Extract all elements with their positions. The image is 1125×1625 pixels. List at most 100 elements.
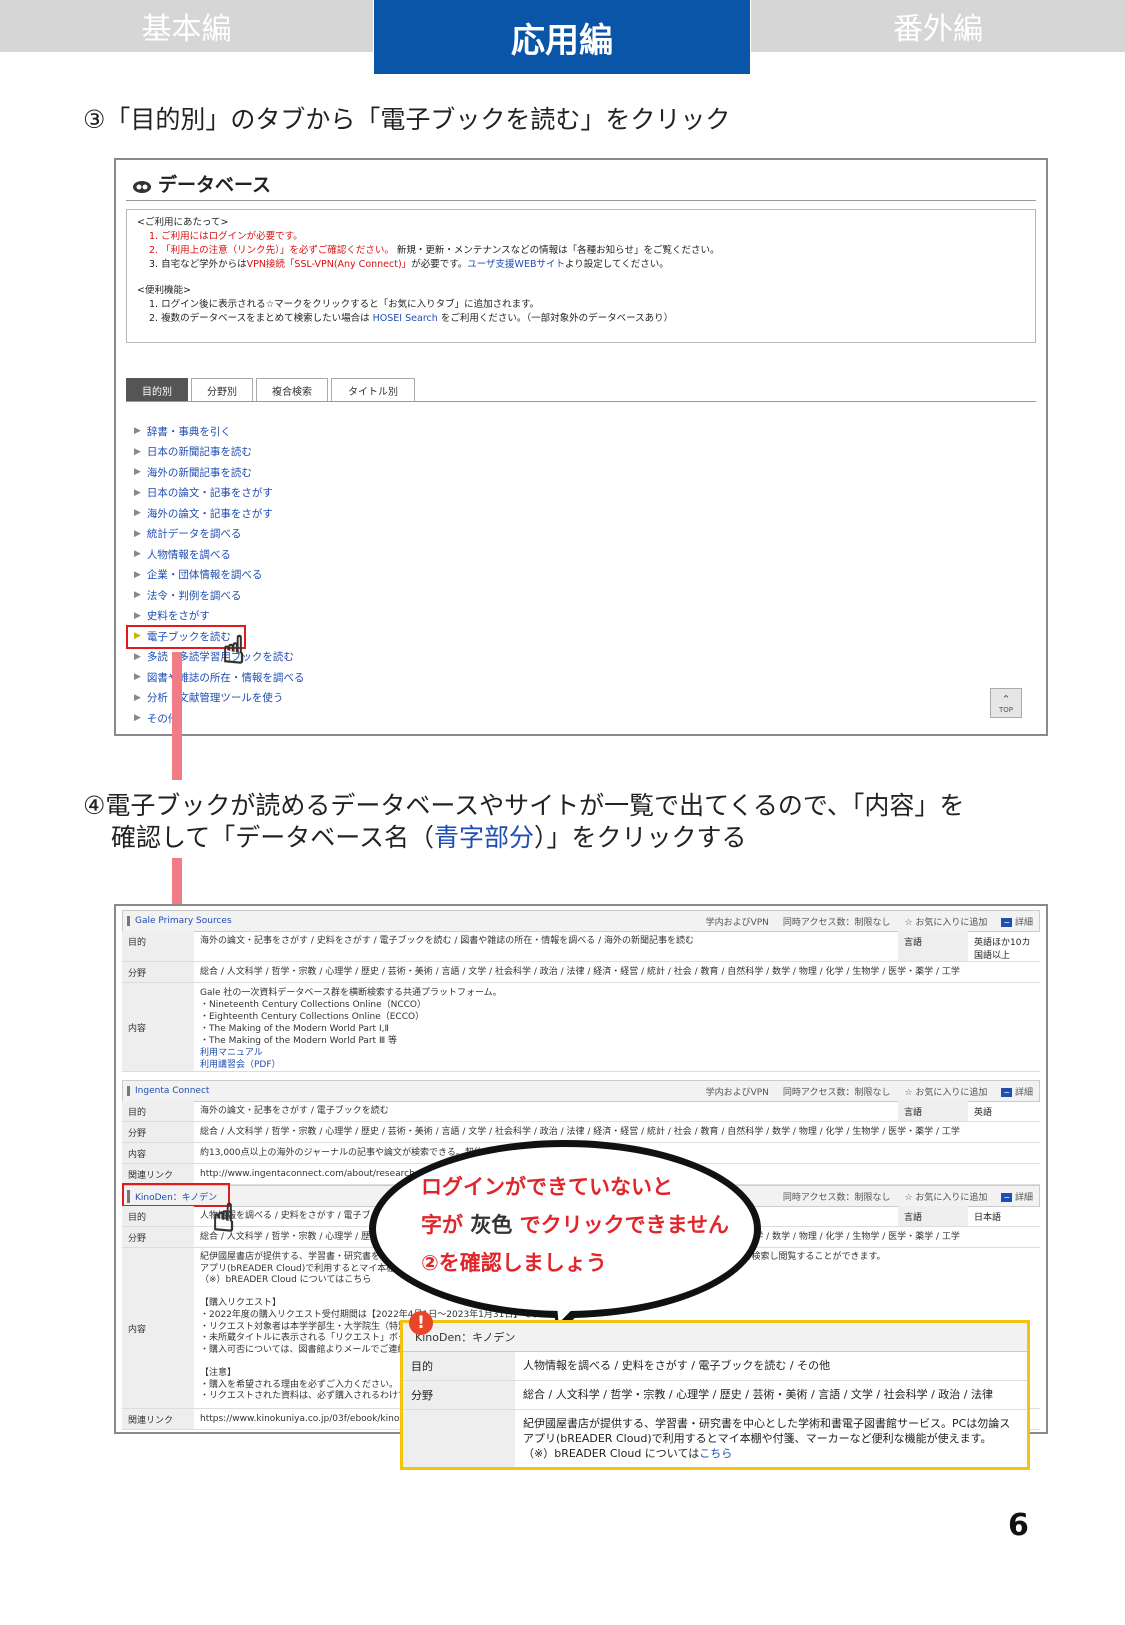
notice-vpn-text2: が必要です。 (411, 259, 468, 270)
row-value: 海外の論文・記事をさがす / 史料をさがす / 電子ブックを読む / 図書や雑誌… (200, 936, 695, 946)
database-screenshot: データベース <ご利用にあたって> 1. ご利用にはログインが必要です。 2. … (114, 158, 1048, 736)
vpn-link[interactable]: VPN接続「SSL-VPN(Any Connect)」 (247, 259, 412, 270)
triangle-icon: ▶ (134, 467, 141, 478)
list-item[interactable]: ▶ 海外の論文・記事をさがす (134, 503, 304, 524)
row-value: 総合 / 人文科学 / 哲学・宗教 / 心理学 / 歴史 / 芸術・美術 / 言… (200, 1127, 960, 1137)
purpose-list: ▶ 辞書・事典を引く ▶ 日本の新聞記事を読む ▶ 海外の新聞記事を読む ▶ 日本の論文… (134, 421, 304, 729)
manual-link[interactable]: 利用マニュアル (200, 1047, 1034, 1059)
list-item[interactable]: ▶ 多読・多読学習用ブックを読む (134, 647, 304, 668)
minus-icon: − (1001, 1087, 1013, 1097)
favorite-button[interactable]: ☆ お気に入りに追加 (904, 915, 987, 928)
list-item[interactable]: ▶ 統計データを調べる (134, 524, 304, 545)
list-item[interactable]: ▶ 日本の論文・記事をさがす (134, 483, 304, 504)
notice-login: 1. ご利用にはログインが必要です。 (149, 231, 303, 242)
workshop-link[interactable]: 利用講習会（PDF） (200, 1059, 1034, 1071)
list-item[interactable]: ▶ 図書や雑誌の所在・情報を調べる (134, 667, 304, 688)
zoomed-detail-box: KinoDen：キノデン 目的 人物情報を調べる / 史料をさがす / 電子ブック… (400, 1320, 1030, 1470)
tab-basic[interactable]: 基本編 (0, 0, 373, 52)
back-to-top-button[interactable]: ⌃ TOP (990, 688, 1022, 718)
favorite-button[interactable]: ☆ お気に入りに追加 (904, 1190, 987, 1203)
list-item[interactable]: ▶ 人物情報を調べる (134, 544, 304, 565)
tab-advanced[interactable]: 応用編 (374, 0, 750, 74)
notice-vpn-text: 3. 自宅など学外からは (149, 259, 247, 270)
step4-instruction-line1: ④電子ブックが読めるデータベースやサイトが一覧で出てくるので、「内容」を (83, 791, 965, 820)
row-label: 関連リンク (122, 1409, 194, 1429)
content-line: ・Eighteenth Century Collections Online（E… (200, 1012, 425, 1022)
triangle-icon: ▶ (134, 487, 141, 498)
top-label: TOP (998, 705, 1013, 714)
pointing-hand-icon: ☝ (221, 627, 246, 672)
row-label: 分野 (122, 1227, 194, 1247)
list-item[interactable]: ▶ その他 (134, 708, 304, 729)
row-label: 内容 (122, 1143, 194, 1163)
triangle-icon: ▶ (134, 508, 141, 519)
step4-instruction-line2: 確認して「データベース名（青字部分）」をクリックする (111, 822, 747, 854)
content-line: アプリ(bREADER Cloud)で利用するとマイ本棚や付箋、マーカーなど便利… (523, 1432, 992, 1445)
concurrent-label: 同時アクセス数：制限なし (782, 1087, 891, 1098)
notice-heading: <ご利用にあたって> (137, 217, 229, 228)
purpose-label: 分析・文献管理ツールを使う (146, 692, 284, 705)
table-row: 紀伊國屋書店が提供する、学習書・研究書を中心とした学術和書電子図書館サービス。P… (403, 1410, 1027, 1467)
list-item[interactable]: ▶ 日本の新聞記事を読む (134, 442, 304, 463)
callout-text: ログインができていないと 字が 灰色 でクリックできません ②を確認しましょう (421, 1168, 729, 1282)
row-label: 内容 (122, 1248, 194, 1408)
detail-toggle[interactable]: − 詳細 (1001, 1085, 1033, 1098)
list-item[interactable]: ▶ 企業・団体情報を調べる (134, 565, 304, 586)
db-name-ingenta[interactable]: Ingenta Connect (127, 1086, 209, 1096)
notice-caution-link[interactable]: 2. 「利用上の注意（リンク先）」を必ずご確認ください。 (149, 245, 394, 256)
db-name-gale[interactable]: Gale Primary Sources (127, 916, 232, 926)
hosei-search-link[interactable]: HOSEI Search (373, 313, 438, 324)
search-tabs: 目的別 分野別 複合検索 タイトル別 (126, 378, 415, 401)
list-item[interactable]: ▶ 史料をさがす (134, 606, 304, 627)
connector-arrow-upper (172, 652, 182, 780)
notice-news: 新規・更新・メンテナンスなどの情報は「各種お知らせ」をご覧ください。 (396, 245, 720, 256)
detail-toggle[interactable]: − 詳細 (1001, 915, 1033, 928)
row-value: 総合 / 人文科学 / 哲学・宗教 / 心理学 / 歴史 / 芸術・美術 / 言… (200, 967, 960, 977)
purpose-label: 統計データを調べる (146, 528, 242, 541)
content-line: Gale 社の一次資料データベース群を横断検索する共通プラットフォーム。 (200, 988, 502, 998)
db-meta: 学内およびVPN 同時アクセス数：制限なし ☆ お気に入りに追加 − 詳細 (706, 915, 1039, 928)
row-value: 人物情報を調べる / 史料をさがす / 電子ブックを読む / その他 (523, 1359, 831, 1372)
table-row: 分野総合 / 人文科学 / 哲学・宗教 / 心理学 / 歴史 / 芸術・美術 /… (122, 962, 1040, 983)
user-support-link[interactable]: ユーザ支援WEBサイト (467, 259, 565, 270)
row-label: 分野 (122, 1122, 194, 1142)
minus-icon: − (1001, 1192, 1013, 1202)
access-label: 学内およびVPN (705, 1087, 769, 1098)
callout-line: 字が 灰色 でクリックできません (421, 1206, 729, 1244)
purpose-label: 海外の論文・記事をさがす (146, 507, 273, 520)
warning-icon: ! (409, 1311, 433, 1335)
triangle-icon: ▶ (134, 549, 141, 560)
database-icon (132, 177, 152, 193)
row-value: 海外の論文・記事をさがす / 電子ブックを読む (200, 1106, 389, 1116)
zoom-header: KinoDen：キノデン (403, 1323, 1027, 1352)
list-item[interactable]: ▶ 海外の新聞記事を読む (134, 462, 304, 483)
tab-purpose[interactable]: 目的別 (126, 378, 188, 401)
row-value: Gale 社の一次資料データベース群を横断検索する共通プラットフォーム。 ・Ni… (194, 983, 1040, 1071)
tab-title[interactable]: タイトル別 (331, 378, 415, 401)
callout-line: ログインができていないと (421, 1175, 673, 1199)
tab-field[interactable]: 分野別 (191, 378, 253, 401)
database-title: データベース (158, 174, 272, 196)
here-link[interactable]: こちら (699, 1447, 732, 1460)
tab-extra[interactable]: 番外編 (751, 0, 1125, 52)
tab-combined[interactable]: 複合検索 (256, 378, 328, 401)
table-row: 内容 Gale 社の一次資料データベース群を横断検索する共通プラットフォーム。 … (122, 983, 1040, 1072)
list-item[interactable]: ▶ 分析・文献管理ツールを使う (134, 688, 304, 709)
list-item[interactable]: ▶ 法令・判例を調べる (134, 585, 304, 606)
detail-toggle[interactable]: − 詳細 (1001, 1190, 1033, 1203)
notice-hosei-text: 2. 複数のデータベースをまとめて検索したい場合は (149, 313, 370, 324)
purpose-label: 史料をさがす (146, 610, 210, 623)
purpose-label: 図書や雑誌の所在・情報を調べる (146, 671, 305, 684)
db-name-kinoden-grayed: KinoDen：キノデン (415, 1331, 516, 1344)
access-label: 学内およびVPN (705, 917, 769, 928)
list-item[interactable]: ▶ 辞書・事典を引く (134, 421, 304, 442)
pointing-hand-icon: ☝ (211, 1195, 236, 1240)
detail-label: 詳細 (1014, 917, 1033, 928)
triangle-icon: ▶ (134, 692, 141, 703)
row-label (403, 1410, 515, 1467)
favorite-button[interactable]: ☆ お気に入りに追加 (904, 1085, 987, 1098)
lang-label: 言語 (898, 1101, 968, 1121)
minus-icon: − (1001, 917, 1013, 927)
chevron-up-icon: ⌃ (1001, 692, 1011, 706)
notice-favorite: 1. ログイン後に表示される☆マークをクリックすると「お気に入りタブ」に追加され… (149, 299, 540, 310)
